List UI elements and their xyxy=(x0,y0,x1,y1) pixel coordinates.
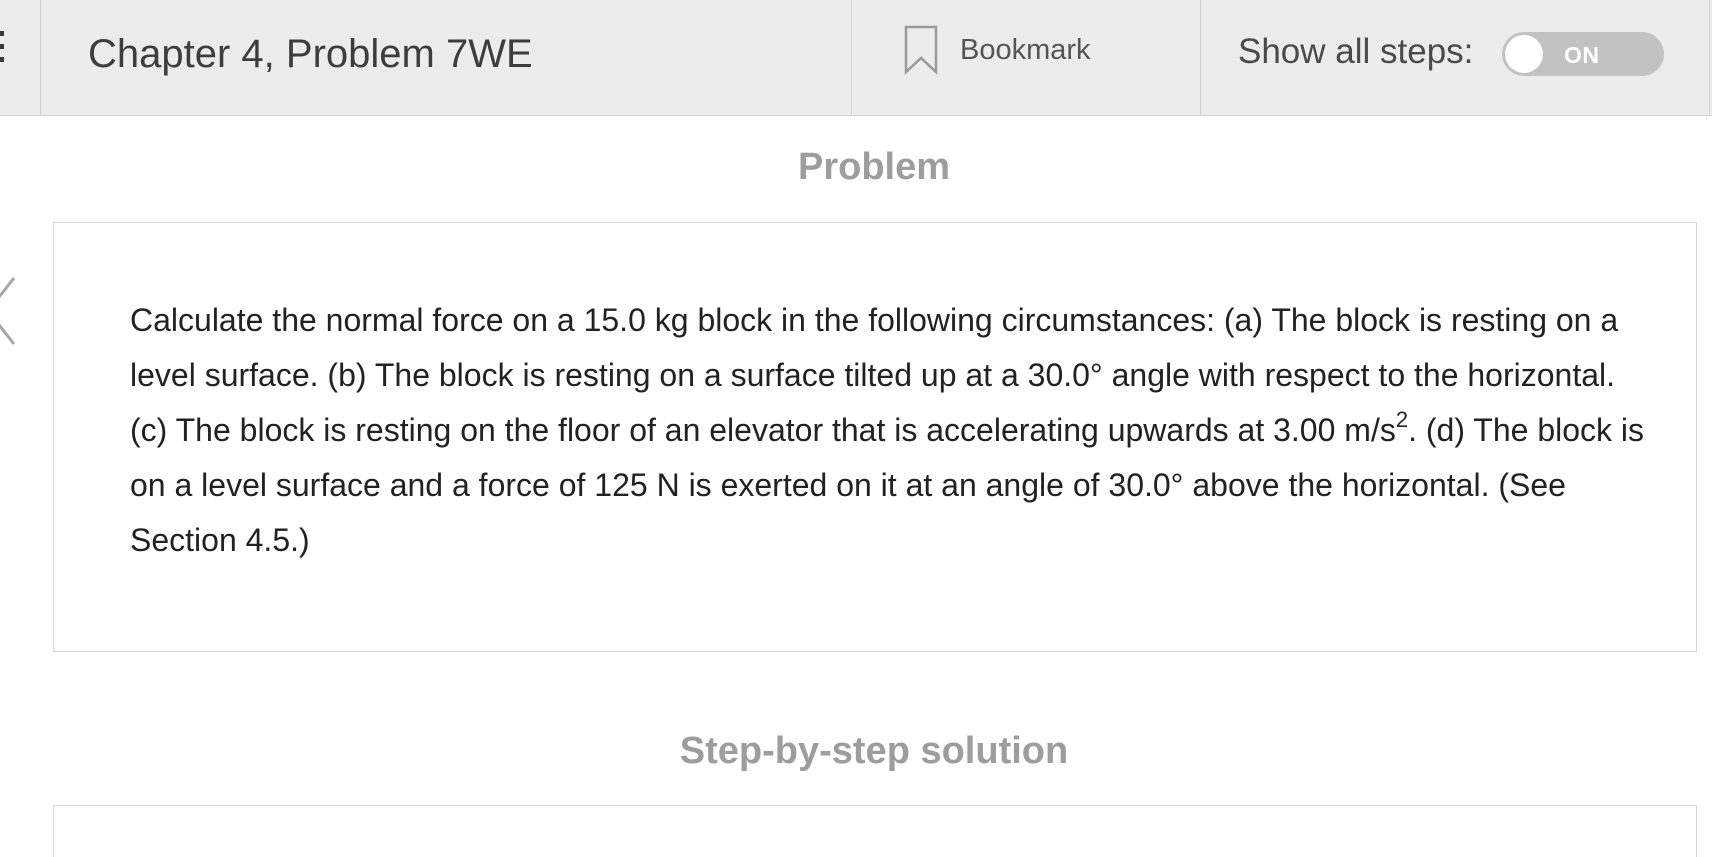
page-title: Chapter 4, Problem 7WE xyxy=(88,32,533,76)
toggle-knob xyxy=(1505,35,1543,73)
solution-heading: Step-by-step solution xyxy=(679,730,1069,772)
bookmark-button[interactable]: Bookmark xyxy=(904,24,1091,76)
header-divider xyxy=(1200,0,1201,116)
header-divider xyxy=(1709,0,1710,116)
bookmark-icon xyxy=(904,25,938,75)
chevron-left-icon xyxy=(0,277,16,345)
page: Chapter 4, Problem 7WE Bookmark Show all… xyxy=(0,0,1712,857)
solution-box xyxy=(53,805,1697,857)
problem-text-main: Calculate the normal force on a 15.0 kg … xyxy=(130,302,1619,448)
header-divider xyxy=(851,0,852,116)
problem-statement: Calculate the normal force on a 15.0 kg … xyxy=(130,293,1660,568)
show-all-steps-toggle[interactable]: ON xyxy=(1502,32,1664,76)
menu-icon[interactable] xyxy=(0,31,4,73)
previous-button[interactable] xyxy=(0,276,18,351)
header-bar: Chapter 4, Problem 7WE Bookmark Show all… xyxy=(0,0,1712,116)
toggle-state-label: ON xyxy=(1564,42,1600,68)
bookmark-label: Bookmark xyxy=(960,33,1091,66)
show-all-steps-label: Show all steps: xyxy=(1238,32,1474,71)
problem-heading: Problem xyxy=(797,146,951,188)
header-divider xyxy=(40,0,41,116)
problem-box: Calculate the normal force on a 15.0 kg … xyxy=(53,222,1697,652)
problem-text-superscript: 2 xyxy=(1395,407,1409,433)
